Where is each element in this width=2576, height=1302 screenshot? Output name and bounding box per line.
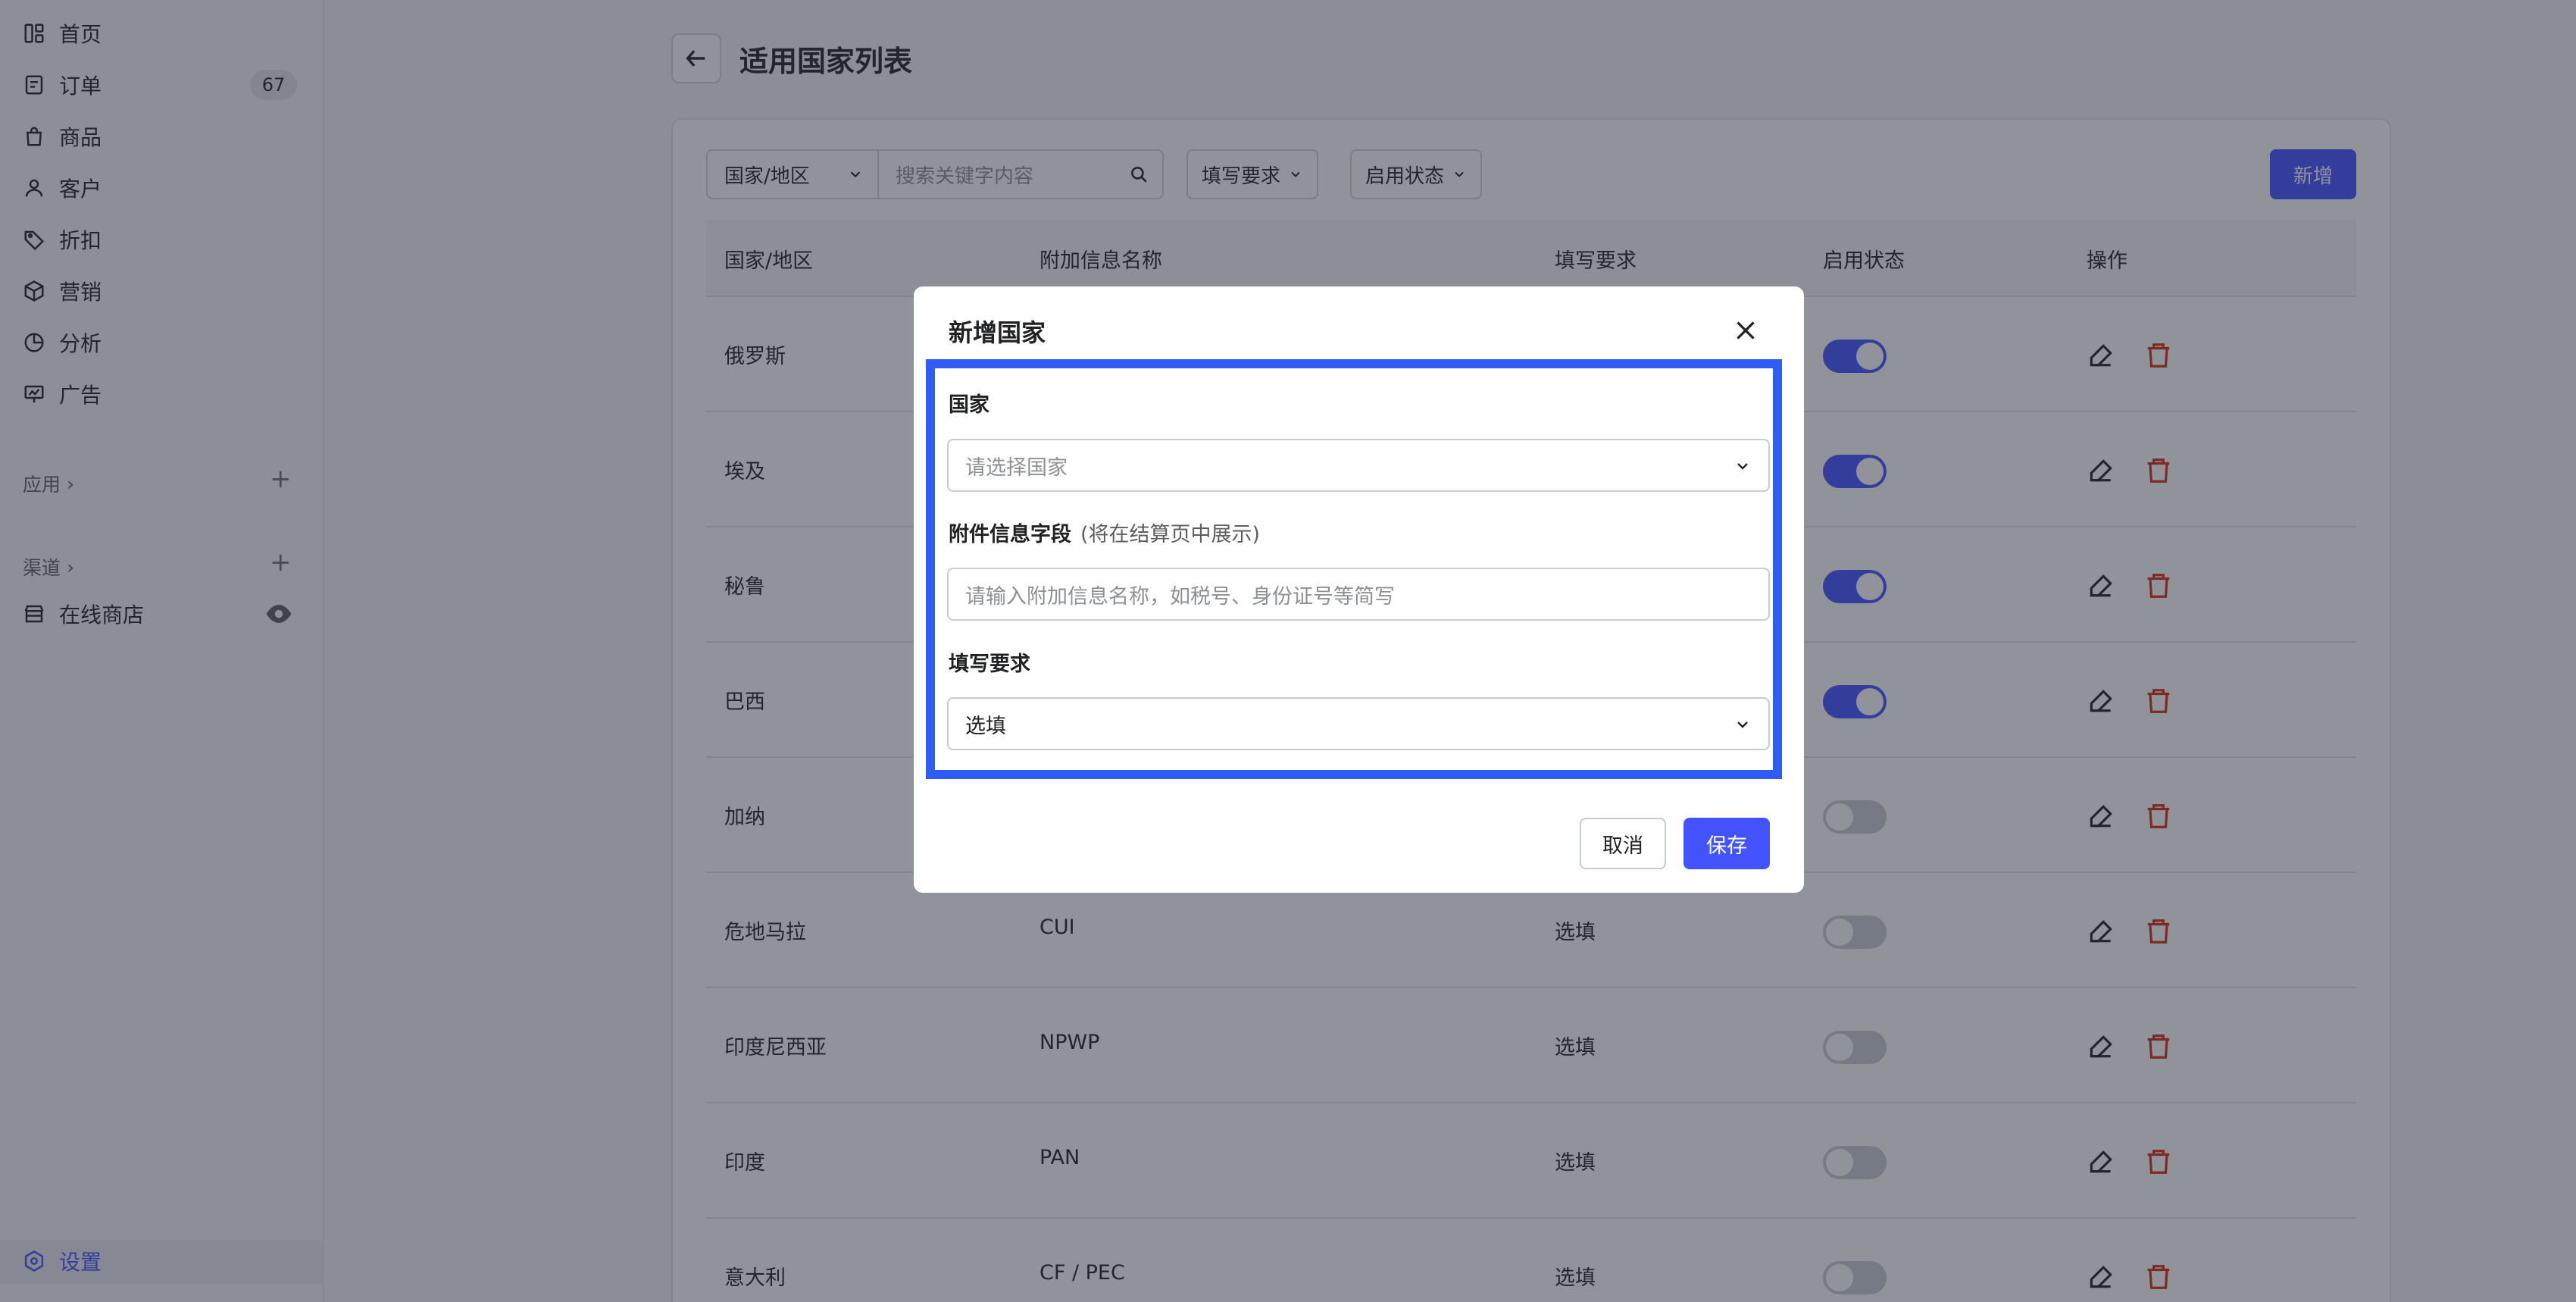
requirement-label: 填写要求 (949, 653, 1030, 676)
chevron-down-icon (1737, 463, 1748, 470)
close-icon[interactable] (1732, 317, 1759, 344)
field-name-placeholder: 请输入附加信息名称，如税号、身份证号等简写 (965, 584, 1395, 609)
requirement-select[interactable]: 选填 (947, 697, 1770, 750)
dialog-title: 新增国家 (949, 318, 1046, 347)
cancel-button[interactable]: 取消 (1580, 818, 1666, 869)
country-label: 国家 (949, 393, 989, 417)
requirement-value: 选填 (965, 714, 1006, 738)
field-label-text: 附件信息字段 (949, 523, 1071, 546)
field-label: 附件信息字段 (将在结算页中展示) (949, 518, 1260, 547)
chevron-down-icon (1737, 721, 1748, 728)
field-name-input[interactable]: 请输入附加信息名称，如税号、身份证号等简写 (947, 568, 1770, 621)
save-button[interactable]: 保存 (1683, 818, 1770, 869)
new-country-dialog: 新增国家 国家 请选择国家 附件信息字段 (将在结算页中展示) 请输入附加信息名称… (914, 286, 1804, 893)
country-select[interactable]: 请选择国家 (947, 439, 1770, 492)
country-placeholder: 请选择国家 (965, 455, 1068, 480)
field-label-hint: (将在结算页中展示) (1080, 523, 1261, 546)
